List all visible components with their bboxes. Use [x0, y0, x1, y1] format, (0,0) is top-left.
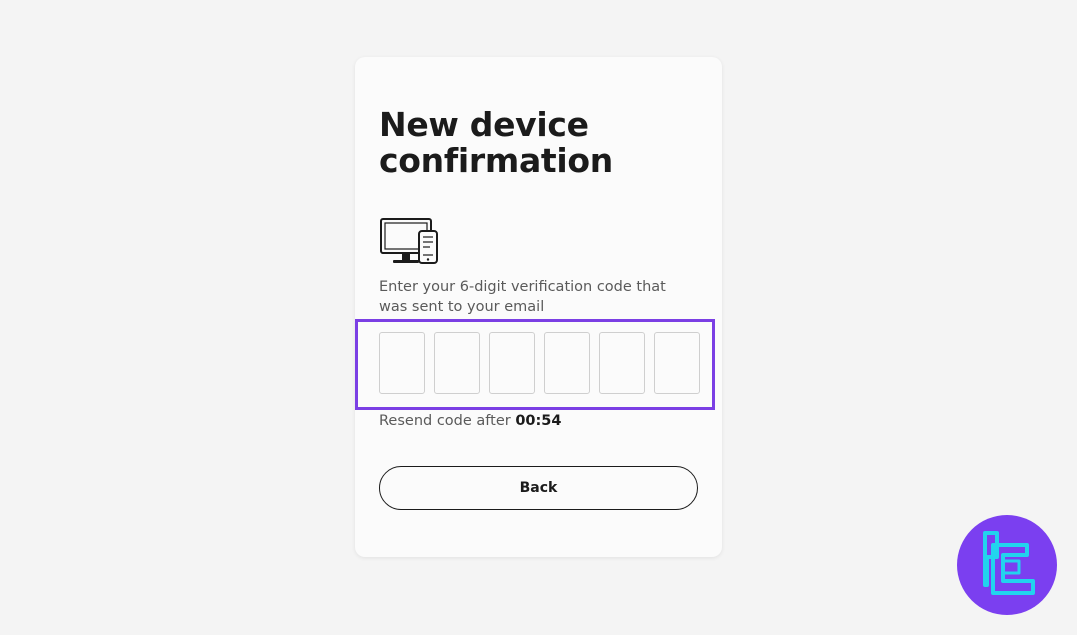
code-digit-1[interactable]: [379, 332, 425, 394]
resend-timer: 00:54: [515, 413, 562, 429]
code-digit-4[interactable]: [544, 332, 590, 394]
code-digit-2[interactable]: [434, 332, 480, 394]
tc-logo-icon: [957, 515, 1057, 615]
code-digit-5[interactable]: [599, 332, 645, 394]
page: New device confirmation Enter your 6-dig…: [0, 0, 1077, 635]
desktop-and-phone-icon: [380, 218, 438, 264]
verification-code-inputs: [379, 332, 700, 394]
resend-label: Resend code after: [379, 413, 516, 429]
resend-code-text: Resend code after 00:54: [379, 413, 561, 429]
page-title: New device confirmation: [379, 105, 613, 180]
code-digit-6[interactable]: [654, 332, 700, 394]
instruction-text: Enter your 6-digit verification code tha…: [379, 279, 666, 315]
confirmation-card: New device confirmation Enter your 6-dig…: [355, 57, 722, 557]
tc-logo-mark-icon: [983, 531, 1035, 595]
code-digit-3[interactable]: [489, 332, 535, 394]
back-button[interactable]: Back: [379, 466, 698, 510]
